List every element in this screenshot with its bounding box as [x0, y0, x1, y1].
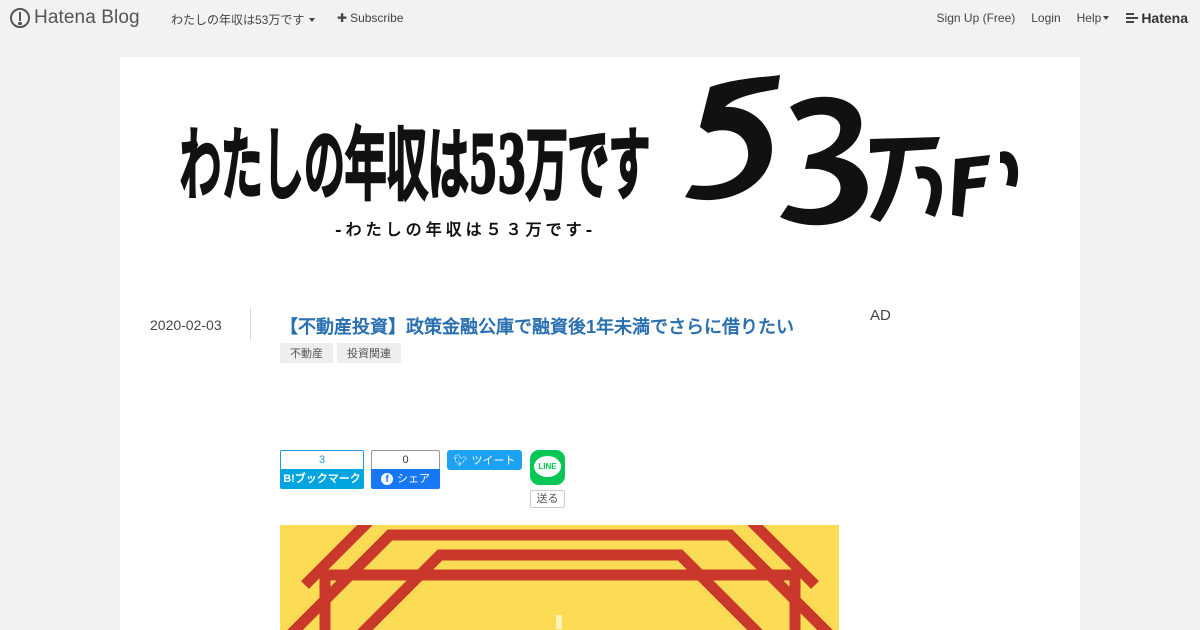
- category-tag[interactable]: 不動産: [280, 343, 333, 363]
- hatena-brand-link[interactable]: Hatena: [1126, 10, 1188, 26]
- line-icon-text: LINE: [534, 456, 561, 477]
- hatena-bookmark-label: B!ブックマーク: [280, 469, 364, 489]
- tweet-button[interactable]: 🐦︎ ツイート: [447, 450, 522, 470]
- line-share-button[interactable]: LINE 送る: [530, 450, 565, 508]
- login-link[interactable]: Login: [1031, 11, 1060, 25]
- facebook-share-count: 0: [371, 450, 440, 469]
- blog-title-banner[interactable]: わたしの年収は53万です -わたしの年収は５３万です-: [180, 67, 1020, 257]
- hatena-bookmark-count[interactable]: 3: [280, 450, 364, 469]
- subscribe-label: Subscribe: [350, 11, 404, 25]
- subscribe-button[interactable]: ✚ Subscribe: [337, 11, 403, 25]
- date-divider: [250, 307, 251, 341]
- twitter-bird-icon: 🐦︎: [453, 454, 468, 467]
- blog-title-banner-image: わたしの年収は53万です -わたしの年収は５３万です-: [180, 75, 1019, 239]
- hatena-icon: [1126, 13, 1139, 23]
- tweet-label: ツイート: [471, 455, 516, 467]
- help-label: Help: [1076, 11, 1102, 25]
- line-icon: LINE: [530, 450, 565, 485]
- hatena-label: Hatena: [1141, 10, 1188, 26]
- entry-date[interactable]: 2020-02-03: [150, 317, 222, 333]
- sign-up-link[interactable]: Sign Up (Free): [937, 11, 1016, 25]
- hatena-bookmark-button[interactable]: 3 B!ブックマーク: [280, 450, 364, 489]
- logo-text: Hatena Blog: [34, 7, 140, 28]
- global-header: Hatena Blog わたしの年収は53万です ✚ Subscribe Sig…: [0, 0, 1200, 36]
- ad-label: AD: [870, 307, 891, 324]
- help-menu[interactable]: Help: [1077, 11, 1110, 25]
- facebook-share-body: f シェア: [371, 469, 440, 489]
- banner-title: わたしの年収は53万です: [180, 120, 650, 211]
- banner-subtitle: -わたしの年収は５３万です-: [335, 220, 596, 239]
- caret-down-icon: [1103, 16, 1110, 20]
- facebook-share-label: シェア: [397, 473, 430, 485]
- hatena-blog-logo-icon: [10, 8, 30, 28]
- entry-categories: 不動産 投資関連: [280, 343, 401, 363]
- hatena-blog-logo[interactable]: Hatena Blog: [10, 7, 140, 29]
- entry-title[interactable]: 【不動産投資】政策金融公庫で融資後1年未満でさらに借りたい: [280, 313, 794, 339]
- category-tag[interactable]: 投資関連: [337, 343, 401, 363]
- eyecatch-pattern: [287, 525, 833, 630]
- brush-strokes: [685, 75, 1019, 226]
- facebook-icon: f: [381, 473, 393, 485]
- global-nav-right: Sign Up (Free) Login Help Hatena: [921, 0, 1200, 36]
- facebook-share-button[interactable]: 0 f シェア: [371, 450, 440, 489]
- caret-down-icon: [309, 17, 316, 22]
- plus-icon: ✚: [337, 11, 348, 25]
- line-send-label: 送る: [530, 490, 565, 508]
- blog-container: わたしの年収は53万です -わたしの年収は５３万です- 2020-02-03 【…: [120, 57, 1080, 630]
- entry-eyecatch-image: [280, 525, 839, 630]
- blog-name-label: わたしの年収は53万です: [171, 13, 305, 27]
- blog-name-menu[interactable]: わたしの年収は53万です: [171, 11, 316, 28]
